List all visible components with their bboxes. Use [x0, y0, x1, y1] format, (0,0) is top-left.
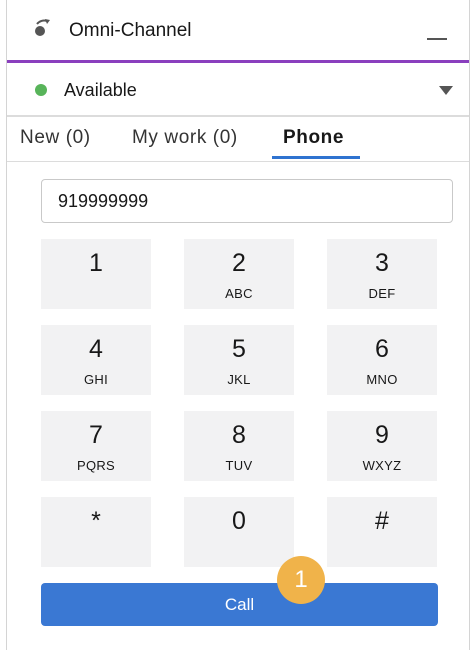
- status-dropdown[interactable]: Available: [7, 63, 469, 117]
- minimize-button[interactable]: [427, 24, 449, 42]
- key-digit: 7: [89, 421, 103, 449]
- key-letters: JKL: [227, 372, 251, 387]
- key-digit: 1: [89, 249, 103, 277]
- dial-key-7[interactable]: 7 PQRS: [41, 411, 151, 481]
- key-digit: 8: [232, 421, 246, 449]
- header-title: Omni-Channel: [69, 20, 192, 41]
- omni-channel-panel: Omni-Channel Available New (0) My work (…: [6, 0, 470, 650]
- key-letters: ABC: [225, 286, 253, 301]
- key-digit: *: [91, 507, 101, 535]
- tab-new[interactable]: New (0): [20, 127, 91, 149]
- omni-channel-icon: [35, 19, 50, 36]
- call-button[interactable]: Call: [41, 583, 438, 626]
- tab-phone[interactable]: Phone: [283, 127, 344, 149]
- panel-header: Omni-Channel: [7, 0, 469, 63]
- key-digit: #: [375, 507, 389, 535]
- key-digit: 9: [375, 421, 389, 449]
- dial-key-2[interactable]: 2 ABC: [184, 239, 294, 309]
- dial-key-6[interactable]: 6 MNO: [327, 325, 437, 395]
- step-badge: 1: [277, 556, 325, 604]
- key-letters: WXYZ: [362, 458, 402, 473]
- key-digit: 0: [232, 507, 246, 535]
- status-dot-icon: [35, 84, 47, 96]
- caret-down-icon: [439, 86, 453, 95]
- tab-my-work[interactable]: My work (0): [132, 127, 238, 149]
- key-letters: DEF: [368, 286, 396, 301]
- dial-key-1[interactable]: 1: [41, 239, 151, 309]
- key-letters: GHI: [83, 372, 108, 387]
- dial-key-9[interactable]: 9 WXYZ: [327, 411, 437, 481]
- key-digit: 4: [89, 335, 103, 363]
- dial-key-4[interactable]: 4 GHI: [41, 325, 151, 395]
- dial-key-3[interactable]: 3 DEF: [327, 239, 437, 309]
- phone-number-input[interactable]: [41, 179, 453, 223]
- dial-key-star[interactable]: *: [41, 497, 151, 567]
- tab-bar: New (0) My work (0) Phone: [7, 117, 469, 162]
- status-label: Available: [64, 80, 137, 100]
- dial-key-hash[interactable]: #: [327, 497, 437, 567]
- dial-key-0[interactable]: 0: [184, 497, 294, 567]
- call-button-label: Call: [224, 595, 255, 614]
- active-tab-indicator: [272, 156, 360, 159]
- key-digit: 2: [232, 249, 246, 277]
- key-letters: PQRS: [76, 458, 116, 473]
- key-digit: 5: [232, 335, 246, 363]
- dial-key-5[interactable]: 5 JKL: [184, 325, 294, 395]
- key-digit: 6: [375, 335, 389, 363]
- key-letters: TUV: [225, 458, 253, 473]
- dial-key-8[interactable]: 8 TUV: [184, 411, 294, 481]
- key-digit: 3: [375, 249, 389, 277]
- key-letters: MNO: [366, 372, 398, 387]
